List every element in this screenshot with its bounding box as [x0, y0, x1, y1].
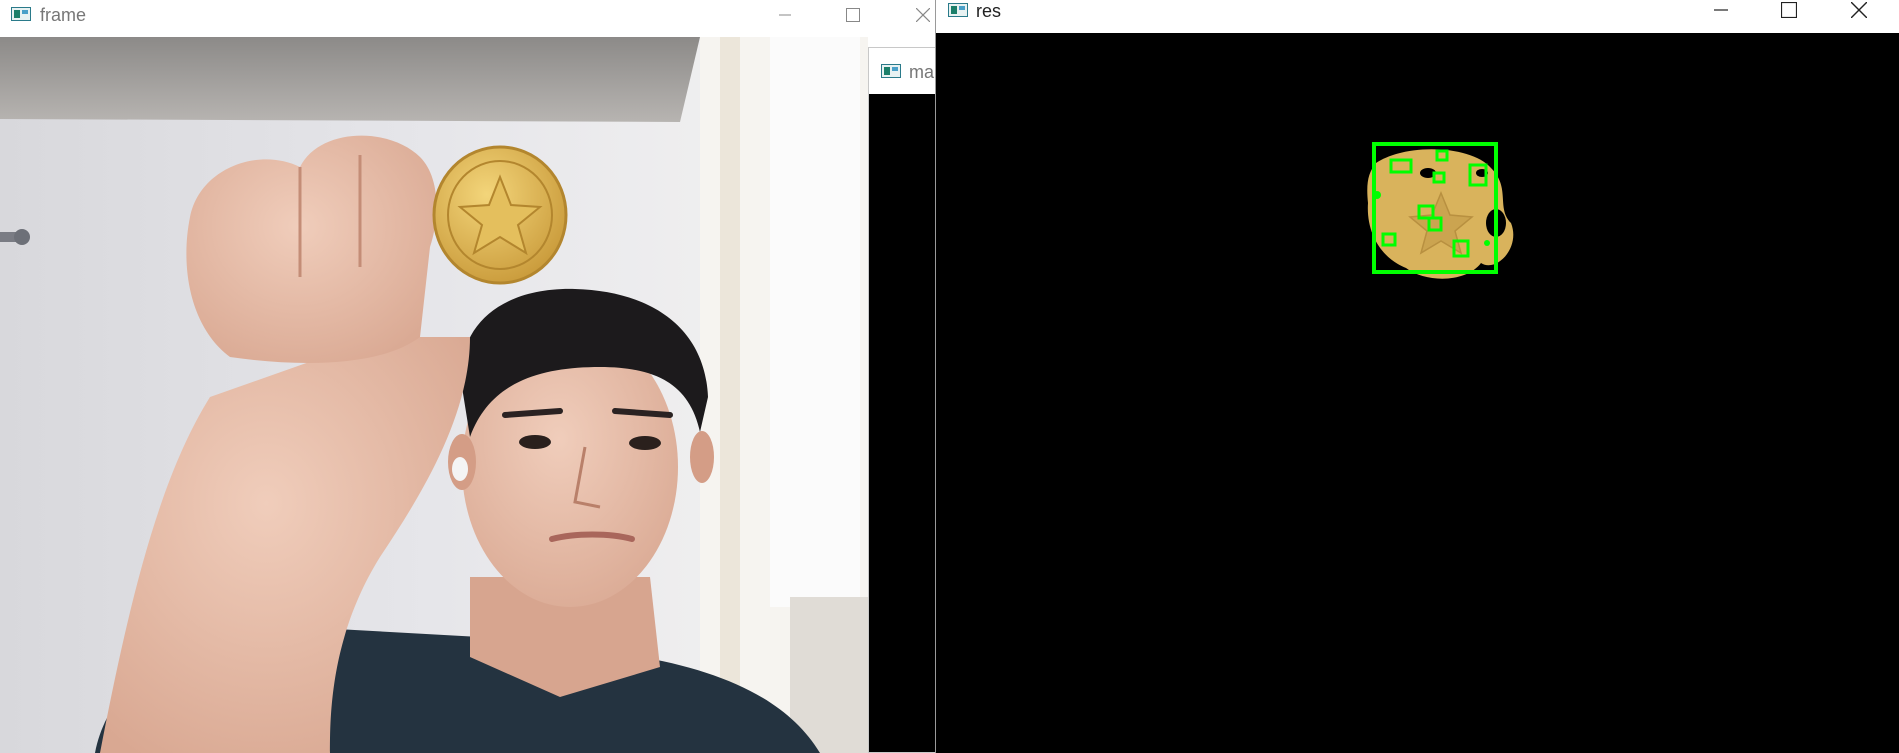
camera-feed [0, 37, 868, 753]
res-title: res [976, 1, 1002, 21]
frame-window: frame [0, 0, 940, 753]
frame-title: frame [40, 5, 87, 25]
res-titlebar[interactable]: res [936, 0, 1899, 33]
detection-image [1367, 142, 1514, 279]
close-icon[interactable] [1836, 0, 1882, 20]
minimize-icon[interactable] [762, 0, 808, 30]
frame-titlebar[interactable]: frame [0, 0, 940, 36]
res-window: res [935, 0, 1899, 753]
maximize-icon[interactable] [1766, 0, 1812, 20]
minimize-icon[interactable] [1698, 0, 1744, 20]
res-view [936, 33, 1899, 753]
camera-image [0, 37, 868, 753]
app-window-icon [11, 7, 31, 21]
close-icon[interactable] [900, 0, 940, 30]
mask-title: ma [909, 62, 935, 82]
maximize-icon[interactable] [830, 0, 876, 30]
app-window-icon [948, 3, 968, 17]
app-window-icon [881, 64, 901, 78]
